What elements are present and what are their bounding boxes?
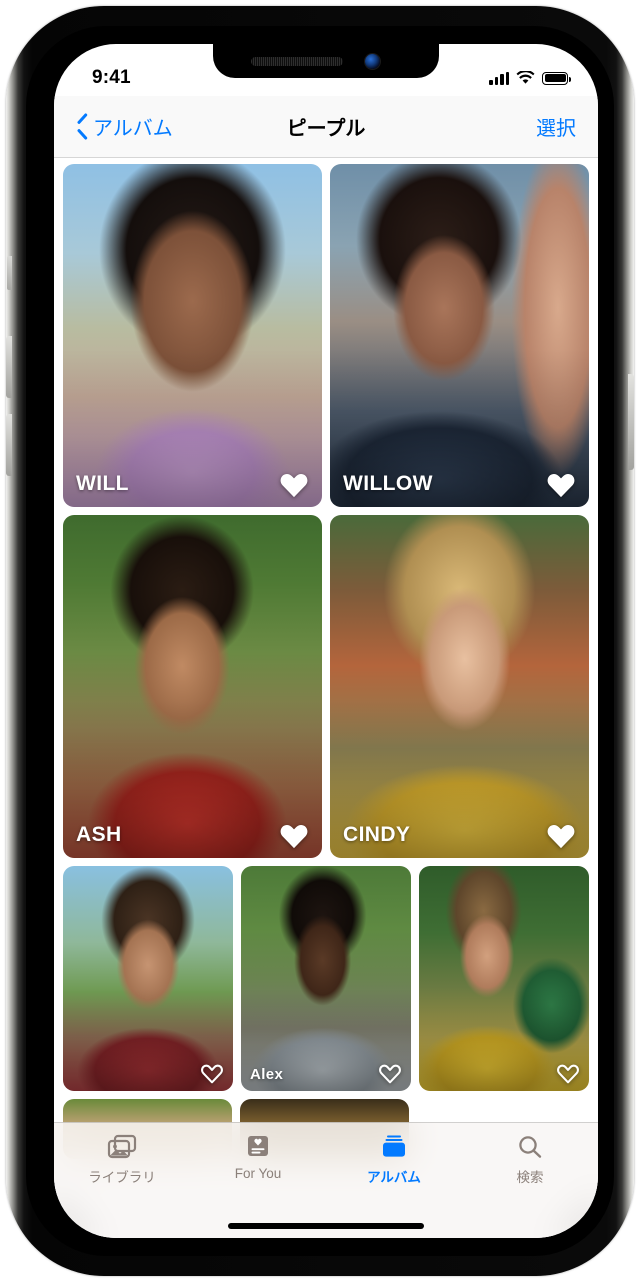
cellular-bars-icon	[489, 71, 509, 85]
navigation-bar: アルバム ピープル 選択	[54, 96, 598, 158]
display-notch	[213, 44, 439, 78]
tab-photos-library[interactable]: ライブラリ	[54, 1134, 190, 1186]
person-tile-will[interactable]: WILL	[63, 164, 322, 507]
tab-search[interactable]: 検索	[462, 1134, 598, 1186]
tab-albums[interactable]: アルバム	[326, 1134, 462, 1186]
person-tile-willow[interactable]: WILLOW	[330, 164, 589, 507]
wifi-icon	[516, 71, 535, 84]
people-grid-scroll[interactable]: WILL WILLOW ASH CINDY Alex	[54, 158, 598, 1238]
tab-for-you-card[interactable]: For You	[190, 1134, 326, 1181]
tab-label: アルバム	[367, 1170, 421, 1185]
select-button[interactable]: 選択	[536, 112, 576, 141]
status-indicators	[489, 71, 571, 85]
home-indicator[interactable]	[228, 1223, 424, 1229]
volume-down-button[interactable]	[6, 414, 12, 476]
person-name-label: CINDY	[343, 823, 411, 846]
chevron-left-icon	[76, 117, 87, 136]
photos-library-icon	[107, 1134, 137, 1161]
silent-switch[interactable]	[7, 256, 12, 290]
earpiece-speaker-icon	[251, 57, 343, 66]
person-tile-ash[interactable]: ASH	[63, 515, 322, 858]
iphone-device-frame: 9:41 アルバム ピープル 選択 WILL WILLOW ASH CINDY …	[6, 6, 634, 1276]
heart-filled-icon[interactable]	[279, 822, 309, 849]
screenshot-stage: 9:41 アルバム ピープル 選択 WILL WILLOW ASH CINDY …	[0, 0, 640, 1282]
albums-icon	[379, 1134, 409, 1161]
heart-outline-icon[interactable]	[378, 1062, 402, 1084]
status-time: 9:41	[92, 67, 131, 88]
heart-outline-icon[interactable]	[556, 1062, 580, 1084]
front-camera-icon	[365, 54, 380, 69]
tab-label: 検索	[516, 1170, 544, 1185]
heart-filled-icon[interactable]	[279, 471, 309, 498]
tab-label: ライブラリ	[88, 1170, 156, 1185]
search-icon	[515, 1134, 545, 1161]
phone-screen: 9:41 アルバム ピープル 選択 WILL WILLOW ASH CINDY …	[54, 44, 598, 1238]
heart-filled-icon[interactable]	[546, 822, 576, 849]
back-button-label: アルバム	[93, 118, 173, 140]
people-grid-row: WILL WILLOW	[58, 164, 594, 507]
tab-bar: ライブラリ For You アルバム 検索	[54, 1122, 598, 1238]
back-button[interactable]: アルバム	[76, 112, 173, 141]
for-you-card-icon	[243, 1134, 273, 1161]
person-tile[interactable]	[63, 866, 233, 1091]
people-grid: WILL WILLOW ASH CINDY Alex	[54, 158, 598, 1159]
page-title: ピープル	[286, 118, 366, 140]
heart-filled-icon[interactable]	[546, 471, 576, 498]
heart-outline-icon[interactable]	[200, 1062, 224, 1084]
person-tile[interactable]	[419, 866, 589, 1091]
person-tile-cindy[interactable]: CINDY	[330, 515, 589, 858]
person-tile-alex[interactable]: Alex	[241, 866, 411, 1091]
people-grid-row: Alex	[58, 866, 594, 1091]
person-name-label: WILLOW	[343, 472, 433, 495]
volume-up-button[interactable]	[6, 336, 12, 398]
tab-label: For You	[234, 1166, 282, 1181]
person-name-label: ASH	[76, 823, 122, 846]
power-button[interactable]	[628, 374, 634, 470]
people-grid-row: ASH CINDY	[58, 515, 594, 858]
person-name-label: WILL	[76, 472, 129, 495]
person-name-label: Alex	[250, 1066, 284, 1083]
battery-full-icon	[542, 71, 571, 85]
